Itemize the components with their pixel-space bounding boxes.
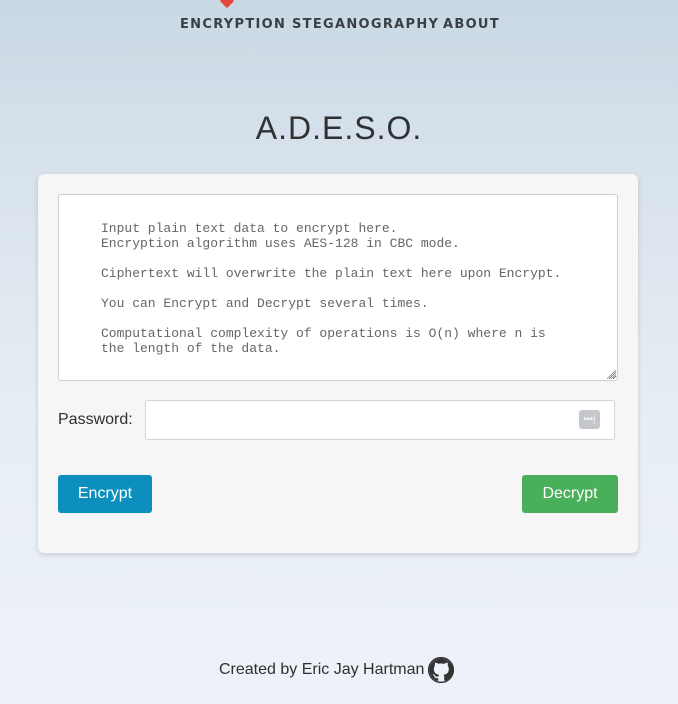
plaintext-textarea[interactable]: Input plain text data to encrypt here. E…: [58, 194, 618, 381]
nav-steganography[interactable]: STEGANOGRAPHY: [292, 17, 439, 32]
active-tab-marker: [219, 0, 235, 9]
password-label: Password:: [58, 411, 133, 428]
decrypt-button[interactable]: Decrypt: [522, 475, 618, 513]
password-manager-icon[interactable]: •••|: [579, 410, 600, 429]
nav-about[interactable]: ABOUT: [443, 17, 500, 32]
nav-encryption[interactable]: ENCRYPTION: [180, 17, 286, 32]
encryption-card: Input plain text data to encrypt here. E…: [38, 174, 638, 553]
top-nav: ENCRYPTION STEGANOGRAPHY ABOUT: [0, 0, 678, 40]
footer-credit: Created by Eric Jay Hartman: [219, 661, 425, 678]
footer: Created by Eric Jay Hartman: [219, 655, 455, 685]
encrypt-button[interactable]: Encrypt: [58, 475, 152, 513]
password-input[interactable]: •••|: [145, 400, 615, 440]
page-title: A.D.E.S.O.: [255, 110, 423, 146]
github-icon[interactable]: [428, 656, 455, 684]
